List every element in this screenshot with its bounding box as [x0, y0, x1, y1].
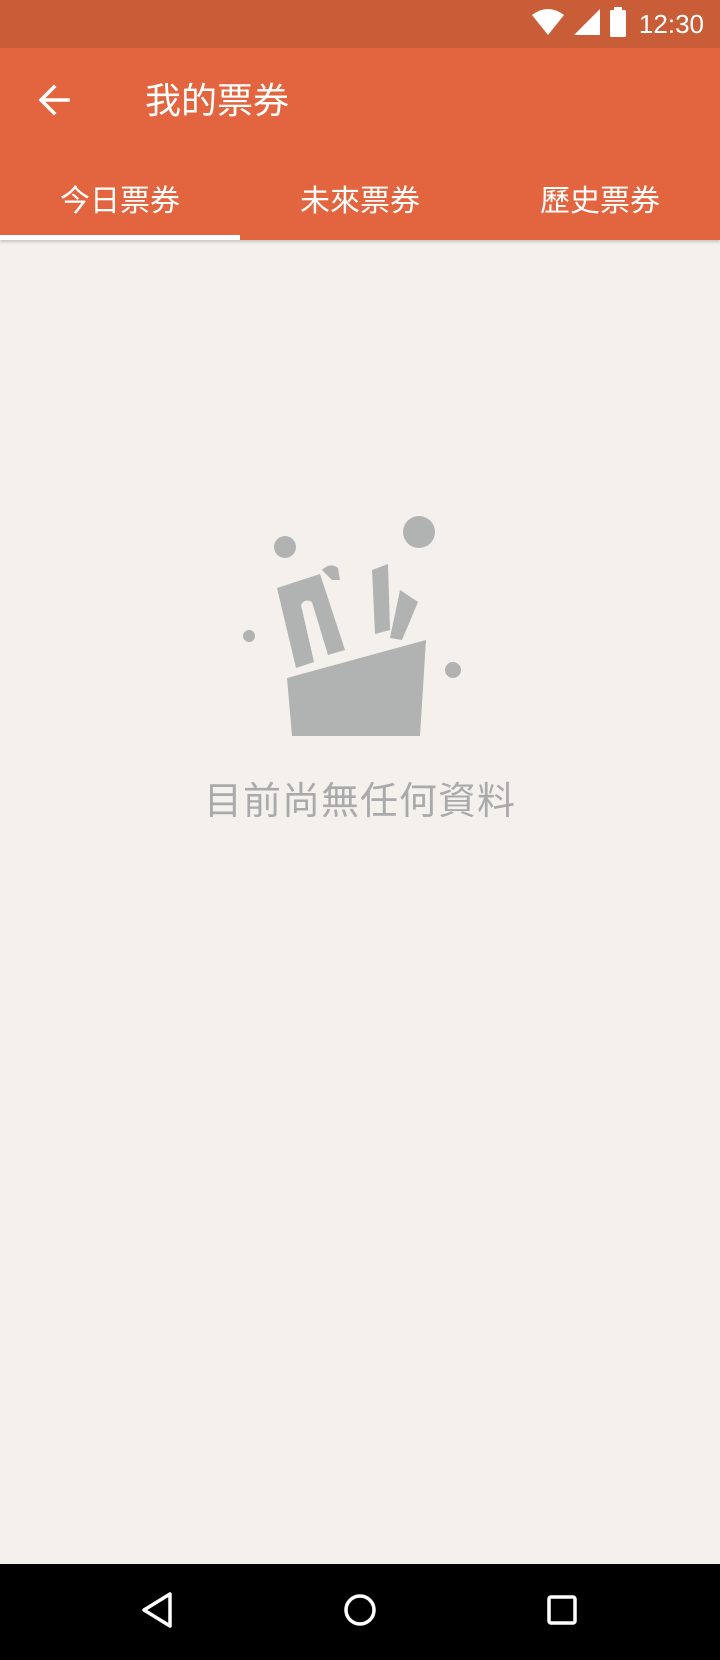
app-bar: 我的票券 今日票券 未來票券 歷史票券 [0, 48, 720, 240]
empty-state: 目前尚無任何資料 [0, 500, 720, 825]
status-icons: 12:30 [531, 0, 704, 48]
wifi-icon [531, 8, 565, 40]
tab-history-label: 歷史票券 [540, 184, 660, 219]
empty-message: 目前尚無任何資料 [203, 779, 516, 823]
empty-ticket-box-icon [240, 500, 480, 740]
tab-today-label: 今日票券 [60, 184, 180, 219]
page-title: 我的票券 [145, 81, 290, 122]
tab-selected-indicator [0, 235, 240, 240]
back-button[interactable] [22, 70, 86, 134]
tab-upcoming-label: 未來票券 [300, 184, 420, 219]
cell-signal-icon [573, 8, 601, 40]
nav-recents-button[interactable] [530, 1580, 594, 1644]
home-circle-icon [340, 1590, 380, 1634]
system-nav-bar [0, 1564, 720, 1660]
status-bar: 12:30 [0, 0, 720, 48]
tab-upcoming[interactable]: 未來票券 [240, 156, 480, 240]
status-time: 12:30 [638, 8, 704, 39]
nav-back-button[interactable] [126, 1580, 190, 1644]
arrow-left-icon [36, 82, 72, 122]
nav-home-button[interactable] [328, 1580, 392, 1644]
tab-today[interactable]: 今日票券 [0, 156, 240, 240]
back-triangle-icon [138, 1590, 178, 1634]
battery-icon [609, 7, 627, 41]
tab-history[interactable]: 歷史票券 [480, 156, 720, 240]
tab-bar: 今日票券 未來票券 歷史票券 [0, 156, 720, 240]
recents-square-icon [542, 1590, 582, 1634]
